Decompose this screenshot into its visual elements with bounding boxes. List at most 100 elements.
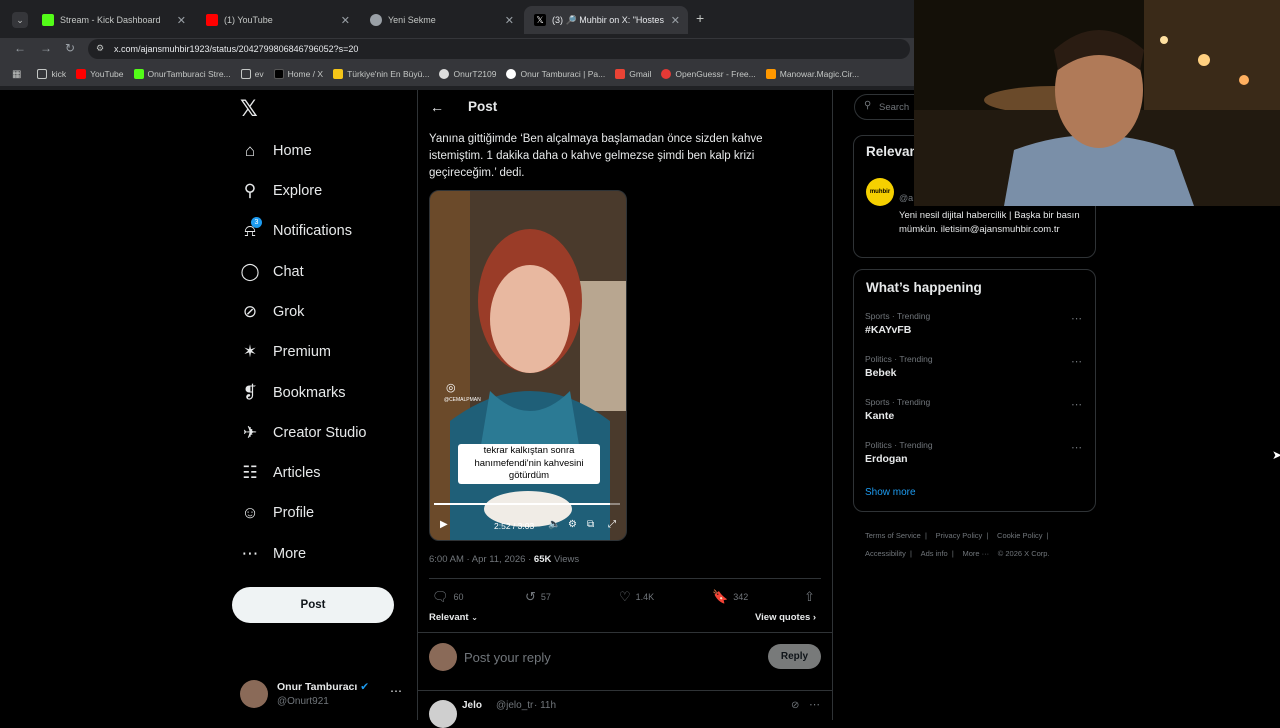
bookmark-gmail[interactable]: Gmail bbox=[615, 69, 651, 79]
nav-item-label: More bbox=[273, 546, 307, 562]
youtube-icon bbox=[206, 14, 218, 26]
youtube-icon bbox=[76, 69, 87, 79]
footer-ads-info[interactable]: Ads info bbox=[921, 549, 948, 558]
nav-item-home[interactable]: ⌂ Home bbox=[240, 136, 312, 166]
video-frame bbox=[430, 191, 626, 540]
tab-youtube[interactable]: (1) YouTube ✕ bbox=[196, 6, 358, 34]
address-bar[interactable]: ⚙ x.com/ajansmuhbir1923/status/204279980… bbox=[88, 39, 910, 59]
trend-item[interactable]: Bebek bbox=[865, 367, 897, 379]
more-icon[interactable]: ⋯ bbox=[1071, 441, 1083, 454]
reply-action[interactable]: 🗨 60 bbox=[432, 589, 464, 605]
reload-icon[interactable]: ↻ bbox=[65, 41, 75, 55]
footer-more[interactable]: More ··· bbox=[962, 549, 989, 558]
tab-label: (1) YouTube bbox=[224, 15, 273, 25]
bookmark-icon: 🔖 bbox=[712, 589, 729, 604]
show-more-link[interactable]: Show more bbox=[865, 487, 916, 498]
view-quotes-link[interactable]: View quotes › bbox=[755, 612, 816, 623]
footer-cookie[interactable]: Cookie Policy bbox=[997, 531, 1042, 540]
close-icon[interactable]: ✕ bbox=[671, 14, 680, 27]
nav-item-label: Chat bbox=[273, 264, 304, 280]
bookmark-turkiye[interactable]: Türkiye'nin En Büyü... bbox=[333, 69, 429, 79]
apps-icon[interactable]: ▦ bbox=[12, 69, 21, 80]
tab-search-button[interactable]: ⌄ bbox=[12, 12, 28, 28]
bookmark-onurt[interactable]: OnurT2109 bbox=[439, 69, 496, 79]
nav-item-bookmarks[interactable]: ❡ Bookmarks bbox=[240, 378, 346, 408]
pip-icon[interactable]: ⧉ bbox=[587, 519, 594, 530]
account-name: Onur Tamburacı ✔ bbox=[277, 681, 370, 693]
nav-item-label: Creator Studio bbox=[273, 425, 367, 441]
reply-item[interactable]: Jelo @jelo_tr · 11h ⊘ ⋯ bbox=[429, 698, 821, 728]
bookmark-kick[interactable]: kick bbox=[37, 69, 66, 79]
fullscreen-icon[interactable]: ⤢ bbox=[608, 519, 616, 530]
back-arrow-icon[interactable]: ← bbox=[430, 99, 444, 115]
account-switcher[interactable]: Onur Tamburacı ✔ @Onurt921 ⋯ bbox=[240, 680, 406, 710]
site-icon bbox=[506, 69, 517, 79]
share-action[interactable]: ⇧ bbox=[804, 589, 820, 605]
reply-button[interactable]: Reply bbox=[768, 644, 821, 669]
tab-label: Yeni Sekme bbox=[388, 15, 436, 25]
bookmark-manowar[interactable]: Manowar.Magic.Cir... bbox=[765, 69, 859, 79]
post-button[interactable]: Post bbox=[232, 587, 394, 623]
nav-item-creator-studio[interactable]: ✈ Creator Studio bbox=[240, 418, 367, 448]
more-icon[interactable]: ⋯ bbox=[390, 684, 402, 698]
nav-item-label: Home bbox=[273, 143, 312, 159]
like-action[interactable]: ♡ 1.4K bbox=[619, 589, 654, 605]
footer-accessibility[interactable]: Accessibility bbox=[865, 549, 906, 558]
new-tab-button[interactable]: + bbox=[696, 10, 704, 26]
nav-item-premium[interactable]: ✶ Premium bbox=[240, 337, 331, 367]
bookmark-youtube[interactable]: YouTube bbox=[76, 69, 124, 79]
x-logo-icon: 𝕏 bbox=[534, 14, 546, 26]
repost-action[interactable]: ↺ 57 bbox=[525, 589, 551, 605]
bookmark-x-home[interactable]: Home / X bbox=[273, 69, 323, 79]
bookmark-kick-stream[interactable]: OnurTamburaci Stre... bbox=[133, 69, 231, 79]
nav-item-grok[interactable]: ⊘ Grok bbox=[240, 297, 305, 327]
nav-item-chat[interactable]: ◯ Chat bbox=[240, 257, 304, 287]
sort-dropdown[interactable]: Relevant ⌄ bbox=[429, 612, 478, 623]
footer-links: Terms of Service | Privacy Policy | Cook… bbox=[865, 531, 1050, 558]
nav-item-notifications[interactable]: ⍾ 3 Notifications bbox=[240, 216, 352, 246]
nav-item-articles[interactable]: ☷ Articles bbox=[240, 458, 320, 488]
bookmark-action[interactable]: 🔖 342 bbox=[712, 589, 748, 605]
reply-input[interactable]: Post your reply bbox=[464, 650, 551, 665]
nav-item-profile[interactable]: ☺ Profile bbox=[240, 498, 314, 528]
more-icon[interactable]: ⋯ bbox=[809, 698, 820, 711]
more-icon[interactable]: ⋯ bbox=[1071, 312, 1083, 325]
close-icon[interactable]: ✕ bbox=[177, 14, 186, 27]
trend-category: Sports · Trending bbox=[865, 397, 931, 407]
video-time: 2:52 / 3:03 bbox=[494, 521, 535, 531]
whats-happening-card: What’s happening bbox=[853, 269, 1096, 512]
settings-icon[interactable]: ⚙ bbox=[568, 519, 577, 530]
close-icon[interactable]: ✕ bbox=[341, 14, 350, 27]
bookmark-patreon[interactable]: Onur Tamburaci | Pa... bbox=[506, 69, 605, 79]
nav-item-more[interactable]: ⋯ More bbox=[240, 539, 307, 569]
more-icon[interactable]: ⋯ bbox=[1071, 398, 1083, 411]
tab-kick[interactable]: Stream - Kick Dashboard ✕ bbox=[32, 6, 194, 34]
trend-item[interactable]: Kante bbox=[865, 410, 894, 422]
footer-privacy[interactable]: Privacy Policy bbox=[936, 531, 983, 540]
x-logo-icon[interactable]: 𝕏 bbox=[240, 96, 258, 122]
trend-item[interactable]: #KAYvFB bbox=[865, 324, 911, 336]
site-info-icon[interactable]: ⚙ bbox=[96, 43, 104, 54]
bookmark-icon: ❡ bbox=[242, 383, 258, 402]
video-player[interactable]: ◎ @CEMALPMAN tekrar kalkıştan sonra hanı… bbox=[429, 190, 627, 541]
x-logo-icon bbox=[273, 69, 284, 79]
more-icon[interactable]: ⋯ bbox=[1071, 355, 1083, 368]
footer-terms[interactable]: Terms of Service bbox=[865, 531, 921, 540]
forward-icon[interactable]: → bbox=[40, 41, 52, 55]
video-progress-track[interactable] bbox=[434, 503, 620, 505]
grok-icon[interactable]: ⊘ bbox=[791, 700, 799, 711]
bookmark-openguessr[interactable]: OpenGuessr - Free... bbox=[661, 69, 756, 79]
volume-icon[interactable]: 🔈 bbox=[548, 519, 560, 530]
play-icon[interactable]: ▶ bbox=[440, 519, 448, 530]
bookmark-ev[interactable]: ev bbox=[240, 69, 264, 79]
nav-item-explore[interactable]: ⚲ Explore bbox=[240, 176, 322, 206]
tab-new[interactable]: Yeni Sekme ✕ bbox=[360, 6, 522, 34]
folder-icon bbox=[240, 69, 251, 79]
tab-x-post[interactable]: 𝕏 (3) 🔎 Muhbir on X: "Hostes Esi ✕ bbox=[524, 6, 688, 34]
bookmarks-bar: ▦ kick YouTube OnurTamburaci Stre... ev … bbox=[0, 62, 914, 86]
trend-item[interactable]: Erdogan bbox=[865, 453, 908, 465]
tab-label: Stream - Kick Dashboard bbox=[60, 15, 161, 25]
close-icon[interactable]: ✕ bbox=[505, 14, 514, 27]
back-icon[interactable]: ← bbox=[14, 41, 26, 55]
tab-strip: ⌄ Stream - Kick Dashboard ✕ (1) YouTube … bbox=[0, 0, 914, 38]
